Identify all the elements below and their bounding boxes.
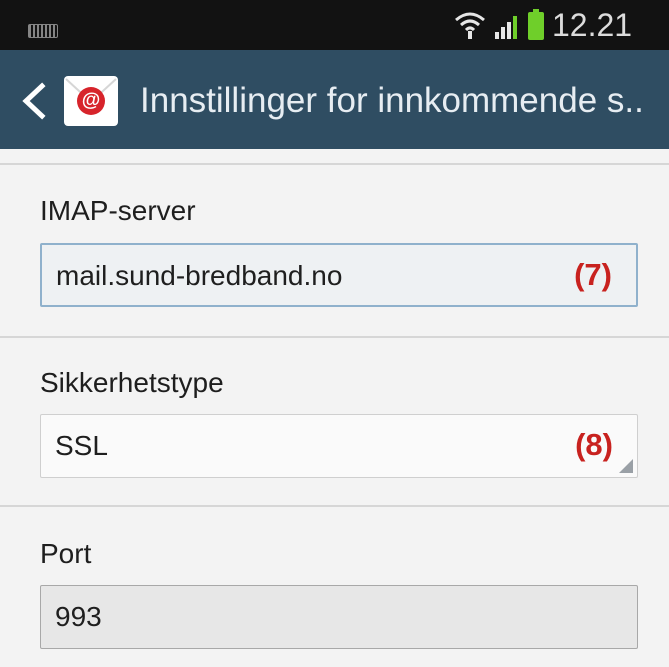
imap-server-label: IMAP-server xyxy=(40,195,196,226)
security-type-value: SSL xyxy=(55,430,108,461)
battery-icon xyxy=(528,9,544,40)
page-title: Innstillinger for innkommende s.. xyxy=(140,81,644,120)
annotation-marker-7: (7) xyxy=(574,257,612,292)
at-sign-icon: @ xyxy=(77,87,105,115)
email-app-icon[interactable]: @ xyxy=(64,76,118,126)
screen: 12.21 @ Innstillinger for innkommende s.… xyxy=(0,0,669,667)
port-input[interactable]: 993 xyxy=(40,585,638,649)
dropdown-corner-icon xyxy=(619,459,633,473)
divider xyxy=(0,336,669,338)
status-clock: 12.21 xyxy=(552,7,633,43)
annotation-marker-8: (8) xyxy=(575,427,613,462)
divider xyxy=(0,505,669,507)
port-value: 993 xyxy=(55,601,102,632)
action-bar: @ Innstillinger for innkommende s.. xyxy=(0,50,669,149)
keyboard-icon xyxy=(28,24,58,38)
divider xyxy=(0,163,669,165)
port-label: Port xyxy=(40,538,92,569)
wifi-icon xyxy=(455,12,485,39)
status-bar: 12.21 xyxy=(0,0,669,50)
imap-server-value: mail.sund-bredband.no xyxy=(56,260,343,291)
security-type-label: Sikkerhetstype xyxy=(40,367,224,398)
chevron-left-icon[interactable] xyxy=(18,82,50,120)
imap-server-input[interactable]: mail.sund-bredband.no (7) xyxy=(40,243,638,307)
security-type-select[interactable]: SSL (8) xyxy=(40,414,638,478)
signal-icon xyxy=(495,16,517,39)
